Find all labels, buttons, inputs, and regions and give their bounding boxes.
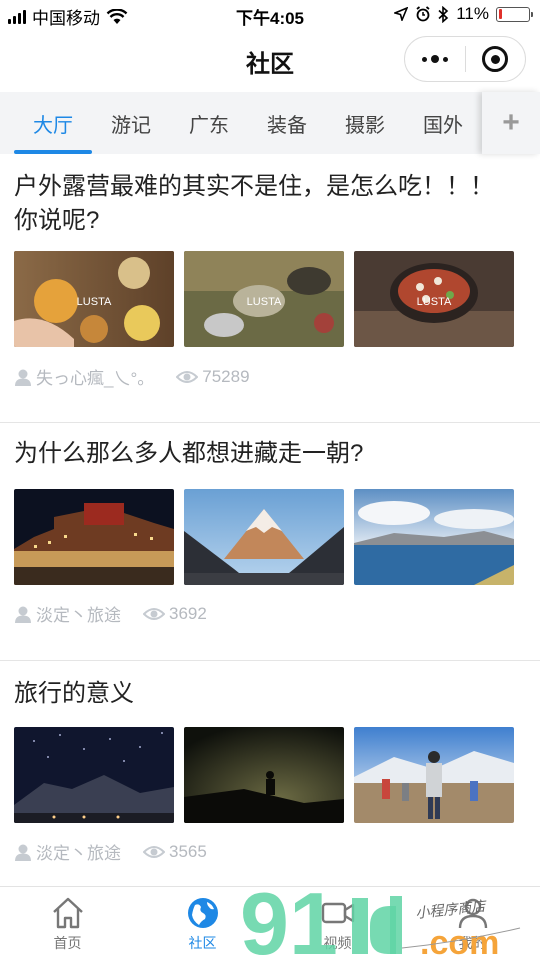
image-watermark: LUSTA: [417, 296, 452, 308]
nav-bar: 社区: [0, 30, 540, 92]
category-tabs: 大厅 游记 广东 装备 摄影 国外 +: [0, 92, 540, 154]
tabbar-label: 我的: [458, 934, 487, 951]
close-miniprogram-button[interactable]: [466, 37, 526, 81]
post-thumbnails: LUSTA LUSTA LUSTA: [14, 251, 514, 347]
post-card[interactable]: 为什么那么多人都想进藏走一朝? 淡定丶旅途 3692: [0, 423, 540, 659]
image-watermark: LUSTA: [247, 296, 282, 308]
more-dots-icon: [421, 55, 448, 63]
post-image[interactable]: LUSTA: [14, 251, 174, 347]
globe-icon: [187, 897, 218, 928]
tab-photography[interactable]: 摄影: [326, 92, 404, 154]
bottom-tab-bar: 首页 社区 视频 我的: [0, 886, 540, 960]
tab-travel-notes[interactable]: 游记: [92, 92, 170, 154]
alarm-icon: [416, 6, 430, 22]
post-meta: 失っ心瘋_乀°。 75289: [14, 364, 250, 389]
image-watermark: LUSTA: [77, 296, 112, 308]
post-image[interactable]: LUSTA: [184, 251, 344, 347]
post-image[interactable]: [354, 727, 514, 823]
target-icon: [482, 46, 509, 72]
post-card[interactable]: 旅行的意义 淡定丶旅途 3565: [0, 661, 540, 885]
post-meta: 淡定丶旅途 3692: [14, 601, 207, 626]
more-button[interactable]: [405, 37, 465, 81]
post-card[interactable]: 户外露营最难的其实不是住，是怎么吃！！！你说呢? LUSTA LUSTA LUS…: [0, 154, 540, 422]
post-thumbnails: [14, 727, 514, 823]
tabbar-label: 首页: [53, 934, 82, 951]
eye-icon: [143, 607, 165, 620]
bluetooth-icon: [438, 5, 449, 23]
eye-icon: [143, 845, 165, 858]
user-icon: [15, 369, 31, 386]
tab-gear[interactable]: 装备: [248, 92, 326, 154]
person-icon: [458, 898, 487, 928]
post-thumbnails: [14, 489, 514, 585]
battery-level: [498, 9, 502, 19]
eye-icon: [176, 370, 199, 383]
post-image[interactable]: [184, 727, 344, 823]
post-meta: 淡定丶旅途 3565: [14, 839, 207, 864]
video-icon: [321, 902, 354, 923]
post-image[interactable]: [14, 489, 174, 585]
post-image[interactable]: [14, 727, 174, 823]
add-tab-button[interactable]: +: [482, 92, 540, 154]
post-image[interactable]: LUSTA: [354, 251, 514, 347]
post-views: 75289: [202, 366, 250, 386]
post-image[interactable]: [184, 489, 344, 585]
post-title: 户外露营最难的其实不是住，是怎么吃！！！你说呢?: [14, 173, 494, 234]
tab-abroad[interactable]: 国外: [404, 92, 482, 154]
post-author: 淡定丶旅途: [36, 606, 121, 625]
post-views: 3692: [169, 603, 207, 623]
tabbar-item-profile[interactable]: 我的: [405, 887, 540, 960]
status-bar: 中国移动 下午4:05 11%: [0, 0, 540, 30]
status-right: 11%: [394, 4, 533, 24]
post-title: 为什么那么多人都想进藏走一朝?: [14, 440, 364, 467]
user-icon: [15, 606, 31, 623]
battery-percent: 11%: [456, 4, 489, 23]
tabbar-item-home[interactable]: 首页: [0, 887, 135, 960]
tabbar-item-community[interactable]: 社区: [135, 887, 270, 960]
miniprogram-capsule: [404, 36, 526, 82]
home-icon: [52, 897, 83, 928]
battery-icon: [496, 6, 533, 22]
tab-guangdong[interactable]: 广东: [170, 92, 248, 154]
tab-lobby[interactable]: 大厅: [14, 92, 92, 154]
post-title: 旅行的意义: [14, 680, 134, 707]
tabbar-item-video[interactable]: 视频: [270, 887, 405, 960]
user-icon: [15, 844, 31, 861]
post-author: 失っ心瘋_乀°。: [36, 369, 155, 388]
tabbar-label: 视频: [323, 934, 352, 951]
location-arrow-icon: [394, 7, 409, 21]
post-views: 3565: [169, 841, 207, 861]
page-title: 社区: [246, 50, 294, 78]
tabbar-label: 社区: [188, 934, 217, 951]
post-image[interactable]: [354, 489, 514, 585]
post-author: 淡定丶旅途: [36, 844, 121, 863]
